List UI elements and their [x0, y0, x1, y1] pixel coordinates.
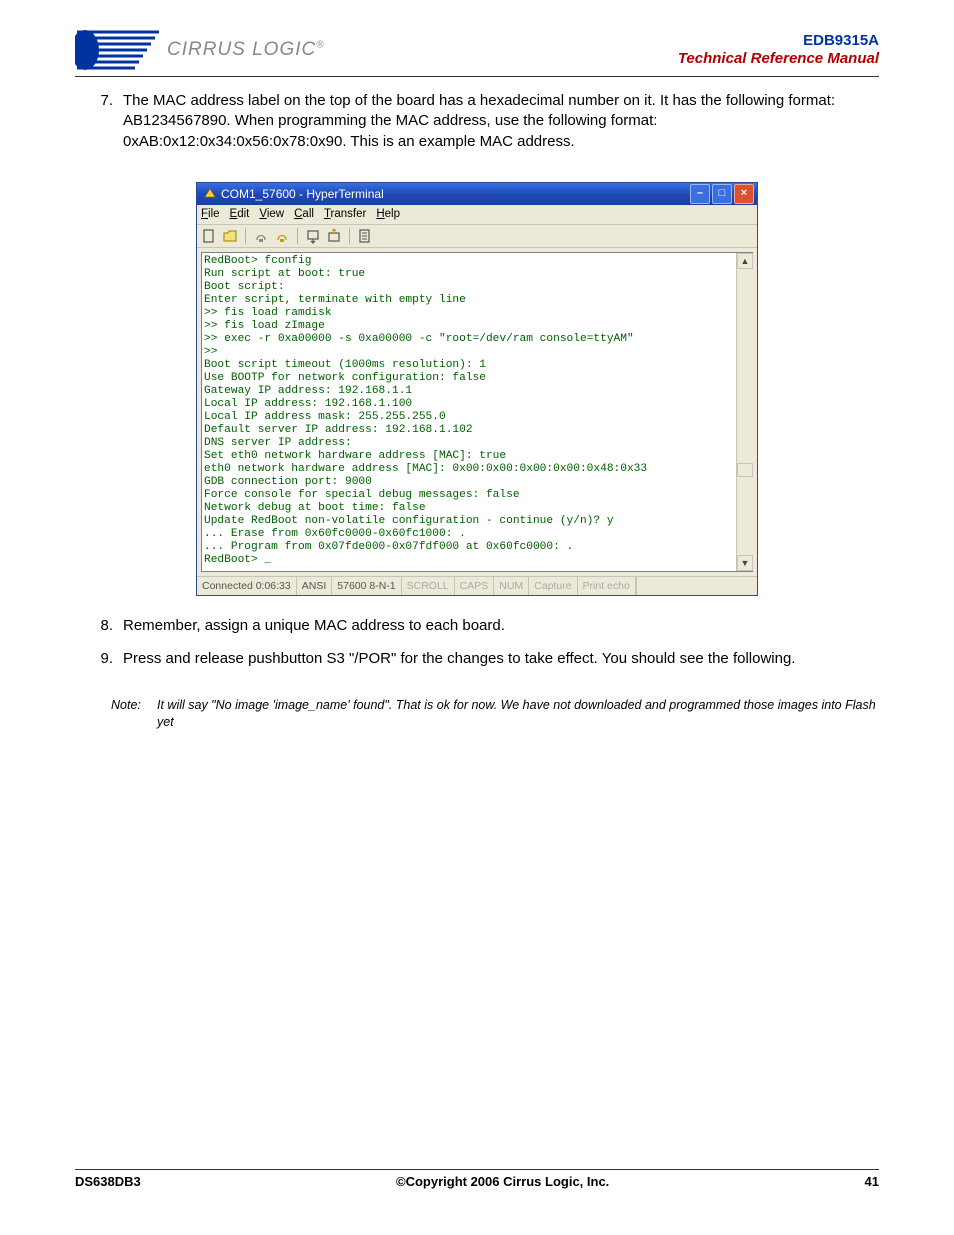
footer-docid: DS638DB3 [75, 1174, 141, 1189]
menu-call[interactable]: Call [294, 207, 314, 223]
resize-grip-icon[interactable] [636, 577, 757, 595]
disconnect-icon[interactable] [274, 228, 290, 244]
page-header: CIRRUS LOGIC® EDB9315A Technical Referen… [75, 28, 879, 77]
status-scroll: SCROLL [402, 577, 455, 595]
vertical-scrollbar[interactable]: ▲ ▼ [736, 253, 753, 571]
list-item: 8. Remember, assign a unique MAC address… [75, 616, 879, 636]
scroll-up-icon[interactable]: ▲ [737, 253, 753, 269]
logo-text: CIRRUS LOGIC® [167, 39, 325, 61]
app-icon [203, 187, 217, 201]
footer-copyright: ©Copyright 2006 Cirrus Logic, Inc. [396, 1174, 609, 1189]
window-controls: – □ × [690, 184, 754, 204]
status-emulation: ANSI [297, 577, 333, 595]
status-printecho: Print echo [578, 577, 636, 595]
status-capture: Capture [529, 577, 577, 595]
item-number: 8. [75, 616, 123, 636]
new-icon[interactable] [201, 228, 217, 244]
item-text: Remember, assign a unique MAC address to… [123, 616, 879, 636]
status-bar: Connected 0:06:33 ANSI 57600 8-N-1 SCROL… [197, 576, 757, 595]
minimize-button[interactable]: – [690, 184, 710, 204]
scroll-thumb[interactable] [737, 463, 753, 477]
window-title: COM1_57600 - HyperTerminal [221, 186, 384, 202]
status-settings: 57600 8-N-1 [332, 577, 401, 595]
company-logo: CIRRUS LOGIC® [75, 28, 325, 72]
item-number: 9. [75, 649, 123, 669]
footer-pagenum: 41 [865, 1174, 879, 1189]
open-icon[interactable] [222, 228, 238, 244]
connect-icon[interactable] [253, 228, 269, 244]
send-icon[interactable] [305, 228, 321, 244]
page-body: 7. The MAC address label on the top of t… [75, 91, 879, 731]
menu-view[interactable]: View [259, 207, 284, 223]
instruction-list: 7. The MAC address label on the top of t… [75, 91, 879, 152]
menu-edit[interactable]: Edit [230, 207, 250, 223]
instruction-list-cont: 8. Remember, assign a unique MAC address… [75, 616, 879, 669]
terminal-output: RedBoot> fconfig Run script at boot: tru… [202, 253, 736, 571]
maximize-button[interactable]: □ [712, 184, 732, 204]
status-caps: CAPS [455, 577, 495, 595]
document-title-block: EDB9315A Technical Reference Manual [678, 32, 879, 68]
status-num: NUM [494, 577, 529, 595]
manual-subtitle: Technical Reference Manual [678, 50, 879, 68]
note-label: Note: [111, 697, 157, 731]
menu-bar: File Edit View Call Transfer Help [197, 205, 757, 226]
terminal-frame: RedBoot> fconfig Run script at boot: tru… [197, 248, 757, 576]
scroll-down-icon[interactable]: ▼ [737, 555, 753, 571]
note-text: It will say "No image 'image_name' found… [157, 697, 879, 731]
menu-file[interactable]: File [201, 207, 220, 223]
properties-icon[interactable] [357, 228, 373, 244]
list-item: 7. The MAC address label on the top of t… [75, 91, 879, 152]
hyperterminal-window: COM1_57600 - HyperTerminal – □ × File Ed… [196, 182, 758, 597]
page: CIRRUS LOGIC® EDB9315A Technical Referen… [0, 0, 954, 1235]
page-footer: DS638DB3 ©Copyright 2006 Cirrus Logic, I… [75, 1169, 879, 1189]
logo-mark-icon [75, 28, 165, 72]
toolbar [197, 225, 757, 248]
item-text: The MAC address label on the top of the … [123, 91, 879, 152]
menu-transfer[interactable]: Transfer [324, 207, 366, 223]
item-number: 7. [75, 91, 123, 152]
status-connected: Connected 0:06:33 [197, 577, 297, 595]
model-number: EDB9315A [678, 32, 879, 50]
note-block: Note: It will say "No image 'image_name'… [111, 697, 879, 731]
list-item: 9. Press and release pushbutton S3 "/POR… [75, 649, 879, 669]
window-titlebar: COM1_57600 - HyperTerminal – □ × [197, 183, 757, 205]
receive-icon[interactable] [326, 228, 342, 244]
menu-help[interactable]: Help [376, 207, 400, 223]
item-text: Press and release pushbutton S3 "/POR" f… [123, 649, 879, 669]
close-button[interactable]: × [734, 184, 754, 204]
